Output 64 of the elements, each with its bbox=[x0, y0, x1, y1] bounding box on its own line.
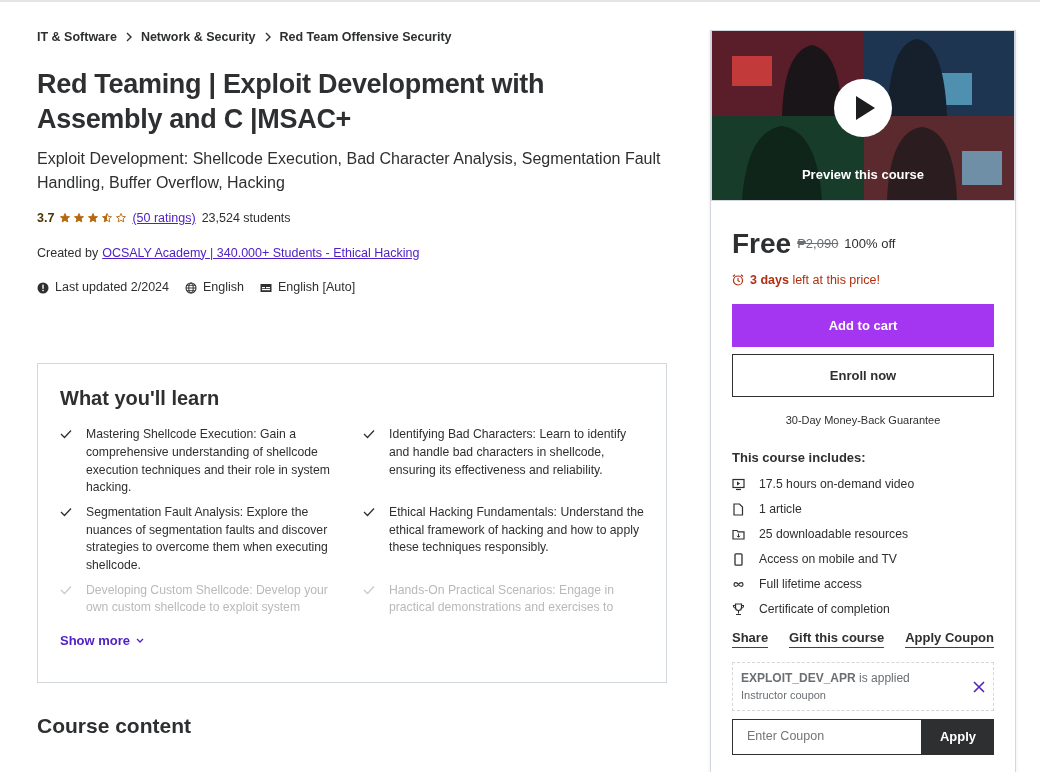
chevron-down-icon bbox=[136, 637, 145, 644]
learn-item-text: Segmentation Fault Analysis: Explore the nuances of segmentation faults and discover strategies to overcome them when executing shellcode. bbox=[86, 503, 329, 574]
alarm-clock-icon bbox=[732, 274, 744, 287]
preview-label[interactable]: Preview this course bbox=[712, 164, 1014, 184]
language-text: English bbox=[203, 279, 244, 297]
include-text: Access on mobile and TV bbox=[759, 551, 897, 569]
current-price: Free bbox=[732, 227, 792, 261]
coupon-input-field[interactable]: Enter Coupon bbox=[732, 718, 922, 755]
learn-item-text: Mastering Shellcode Execution: Gain a comprehensive understanding of shellcode execution techniques and their role in system hacking. bbox=[86, 426, 331, 497]
include-text: 25 downloadable resources bbox=[759, 526, 909, 544]
deadline-text: 3 days left at this price! bbox=[750, 272, 880, 289]
video-icon bbox=[732, 477, 745, 491]
action-link[interactable]: Gift this course bbox=[788, 627, 885, 649]
play-button-icon[interactable] bbox=[834, 79, 892, 137]
captions-icon bbox=[260, 281, 272, 294]
globe-icon bbox=[185, 281, 197, 294]
course-content-heading: Course content bbox=[37, 713, 192, 739]
discount-text: 100% off bbox=[844, 235, 896, 254]
breadcrumb-link[interactable]: Network & Security bbox=[140, 28, 256, 47]
action-link[interactable]: Apply Coupon bbox=[905, 627, 994, 649]
original-price: ₱2,090 bbox=[797, 235, 839, 254]
last-updated-text: Last updated 2/2024 bbox=[55, 279, 169, 297]
remove-coupon-button[interactable] bbox=[973, 680, 985, 693]
chevron-right-icon bbox=[124, 32, 133, 43]
author-link[interactable]: OCSALY Academy | 340.000+ Students - Ethical Hacking bbox=[102, 243, 420, 263]
created-by-label: Created by bbox=[37, 244, 99, 262]
learn-item-text: Hands-On Practical Scenarios: Engage in practical demonstrations and exercises to bbox=[389, 581, 615, 617]
include-text: Certificate of completion bbox=[759, 601, 890, 619]
apply-coupon-button[interactable]: Apply bbox=[922, 718, 994, 755]
ratings-link[interactable]: (50 ratings) bbox=[132, 208, 196, 228]
chevron-right-icon bbox=[263, 32, 272, 43]
enroll-now-button[interactable]: Enroll now bbox=[732, 353, 994, 397]
breadcrumb-link[interactable]: Red Team Offensive Security bbox=[279, 28, 452, 47]
include-text: 1 article bbox=[759, 501, 802, 519]
captions-text: English [Auto] bbox=[278, 279, 356, 297]
star-icon bbox=[116, 213, 127, 224]
breadcrumb-link[interactable]: IT & Software bbox=[37, 28, 117, 47]
coupon-status-text: EXPLOIT_DEV_APR is applied bbox=[741, 670, 910, 688]
rating-value: 3.7 bbox=[37, 209, 55, 227]
folder-icon bbox=[732, 527, 745, 541]
include-text: Full lifetime access bbox=[759, 576, 862, 594]
learn-item-text: Ethical Hacking Fundamentals: Understand the ethical framework of hacking and how to apply these techniques responsibly. bbox=[389, 503, 644, 557]
include-text: 17.5 hours on-demand video bbox=[759, 476, 915, 494]
students-count: 23,524 students bbox=[201, 209, 291, 227]
phone-icon bbox=[732, 552, 745, 566]
file-icon bbox=[732, 502, 745, 516]
includes-heading: This course includes: bbox=[732, 450, 867, 466]
learn-item-text: Identifying Bad Characters: Learn to identify and handle bad characters in shellcode, ensuring its effectiveness and reliability. bbox=[389, 426, 628, 479]
star-icon bbox=[102, 213, 113, 224]
add-to-cart-button[interactable]: Add to cart bbox=[732, 303, 994, 347]
course-subtitle: Exploit Development: Shellcode Execution, Bad Character Analysis, Segmentation Fault Handling, Buffer Overflow, Hacking bbox=[37, 148, 662, 193]
action-link[interactable]: Share bbox=[732, 627, 769, 649]
trophy-icon bbox=[732, 602, 745, 616]
star-icon bbox=[74, 213, 85, 224]
course-title: Red Teaming | Exploit Development with Assembly and C |MSAC+ bbox=[37, 67, 546, 136]
learn-item-text: Developing Custom Shellcode: Develop your own custom shellcode to exploit system bbox=[86, 581, 329, 617]
star-icon bbox=[60, 213, 71, 224]
learn-heading: What you'll learn bbox=[60, 386, 221, 411]
guarantee-text: 30-Day Money-Back Guarantee bbox=[784, 412, 942, 428]
show-more-button[interactable]: Show more bbox=[60, 631, 145, 651]
alert-icon bbox=[37, 281, 49, 294]
star-icon bbox=[88, 213, 99, 224]
close-icon bbox=[973, 680, 985, 693]
coupon-type-text: Instructor coupon bbox=[741, 688, 827, 704]
